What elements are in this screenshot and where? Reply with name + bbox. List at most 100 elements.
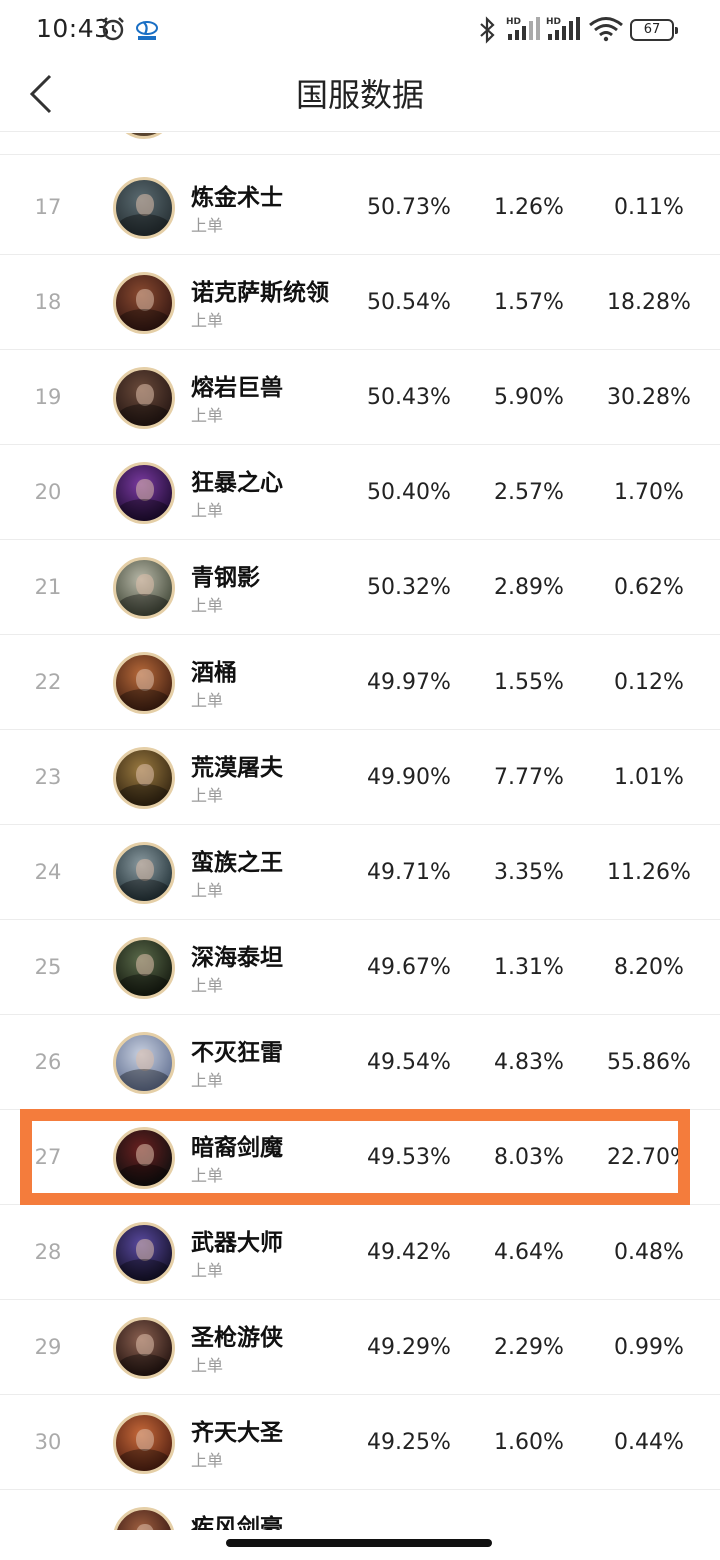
win-rate: 49.25% — [367, 1430, 451, 1455]
hero-avatar — [113, 367, 175, 429]
hero-name: 蛮族之王 — [191, 850, 283, 876]
hero-stats-list[interactable]: 17 炼金术士 上单 50.73% 1.26% 0.11% 18 诺克萨斯统领 上单 50.54%… — [0, 133, 720, 1530]
ban-rate: 55.86% — [607, 1050, 691, 1075]
home-indicator[interactable] — [226, 1539, 492, 1547]
pick-rate: 7.77% — [494, 765, 564, 790]
ban-rate — [590, 1490, 708, 1530]
status-bar: 10:43 HD HD 67 — [0, 0, 720, 58]
hero-avatar — [113, 557, 175, 619]
table-row[interactable]: 23 荒漠屠夫 上单 49.90% 7.77% 1.01% — [0, 730, 720, 825]
win-rate: 49.67% — [367, 955, 451, 980]
hero-name: 深海泰坦 — [191, 945, 283, 971]
win-rate: 50.73% — [367, 195, 451, 220]
win-rate: 50.40% — [367, 480, 451, 505]
pick-rate: 4.83% — [494, 1050, 564, 1075]
table-row[interactable]: 17 炼金术士 上单 50.73% 1.26% 0.11% — [0, 160, 720, 255]
hero-avatar — [113, 1032, 175, 1094]
pick-rate — [470, 133, 588, 155]
hero-avatar — [113, 1507, 175, 1530]
ban-rate — [590, 133, 708, 155]
pick-rate: 1.57% — [494, 290, 564, 315]
ban-rate: 0.44% — [614, 1430, 684, 1455]
table-row[interactable]: 25 深海泰坦 上单 49.67% 1.31% 8.20% — [0, 920, 720, 1015]
pick-rate: 2.89% — [494, 575, 564, 600]
hero-position: 上单 — [191, 216, 224, 235]
ban-rate: 18.28% — [607, 290, 691, 315]
table-row[interactable]: 28 武器大师 上单 49.42% 4.64% 0.48% — [0, 1205, 720, 1300]
rank-number: 19 — [34, 385, 62, 409]
hero-position: 上单 — [191, 311, 224, 330]
win-rate: 50.54% — [367, 290, 451, 315]
rank-number: 26 — [34, 1050, 62, 1074]
pick-rate: 2.57% — [494, 480, 564, 505]
ban-rate: 1.70% — [614, 480, 684, 505]
table-row[interactable]: 29 圣枪游侠 上单 49.29% 2.29% 0.99% — [0, 1300, 720, 1395]
hero-name: 青钢影 — [191, 565, 260, 591]
ban-rate: 0.48% — [614, 1240, 684, 1265]
table-row[interactable]: 30 齐天大圣 上单 49.25% 1.60% 0.44% — [0, 1395, 720, 1490]
pick-rate: 1.55% — [494, 670, 564, 695]
win-rate: 49.71% — [367, 860, 451, 885]
hero-avatar — [113, 177, 175, 239]
bluetooth-icon — [480, 16, 495, 44]
table-row[interactable]: 21 青钢影 上单 50.32% 2.89% 0.62% — [0, 540, 720, 635]
win-rate: 49.97% — [367, 670, 451, 695]
hero-name: 酒桶 — [191, 660, 237, 686]
hero-avatar — [113, 747, 175, 809]
hero-avatar — [113, 1317, 175, 1379]
hero-avatar — [113, 937, 175, 999]
table-row[interactable]: 26 不灭狂雷上单 49.54% 4.83% 55.86% — [0, 1015, 720, 1110]
table-row[interactable]: 18 诺克萨斯统领上单 50.54% 1.57% 18.28% — [0, 255, 720, 350]
table-row[interactable]: 27 暗裔剑魔 上单 49.53% 8.03% 22.70% — [0, 1110, 720, 1205]
ban-rate: 8.20% — [614, 955, 684, 980]
cell-signal-icon: HD — [506, 17, 540, 40]
hero-name: 暗裔剑魔 — [191, 1135, 283, 1161]
wifi-icon — [589, 17, 623, 42]
hero-name: 狂暴之心 — [191, 470, 283, 496]
hero-avatar — [113, 133, 175, 139]
table-row[interactable]: 疾风剑豪 — [0, 1490, 720, 1530]
app-header: 国服数据 — [0, 58, 720, 132]
hero-position: 上单 — [191, 1261, 224, 1280]
rank-number: 24 — [34, 860, 62, 884]
hero-name: 诺克萨斯统领 — [191, 280, 329, 306]
rank-number — [0, 133, 96, 155]
hero-name: 不灭狂雷 — [191, 1040, 283, 1066]
ban-rate: 1.01% — [614, 765, 684, 790]
pick-rate: 4.64% — [494, 1240, 564, 1265]
hero-avatar — [113, 652, 175, 714]
table-row[interactable]: 19 熔岩巨兽 上单 50.43% 5.90% 30.28% — [0, 350, 720, 445]
rank-number: 18 — [34, 290, 62, 314]
table-row[interactable] — [0, 133, 720, 155]
hero-position: 上单 — [191, 1451, 224, 1470]
hero-position: 上单 — [191, 786, 224, 805]
hero-position: 上单 — [191, 976, 224, 995]
ban-rate: 11.26% — [607, 860, 691, 885]
hero-position: 上单 — [191, 1071, 224, 1090]
win-rate: 49.90% — [367, 765, 451, 790]
win-rate: 49.54% — [367, 1050, 451, 1075]
pick-rate: 2.29% — [494, 1335, 564, 1360]
table-row[interactable]: 20 狂暴之心 上单 50.40% 2.57% 1.70% — [0, 445, 720, 540]
pick-rate: 8.03% — [494, 1145, 564, 1170]
hero-position: 上单 — [191, 596, 224, 615]
hero-name: 齐天大圣 — [191, 1420, 283, 1446]
table-row[interactable]: 24 蛮族之王 上单 49.71% 3.35% 11.26% — [0, 825, 720, 920]
hero-avatar — [113, 842, 175, 904]
rank-number: 28 — [34, 1240, 62, 1264]
rank-number: 21 — [34, 575, 62, 599]
table-row[interactable]: 22 酒桶 上单 49.97% 1.55% 0.12% — [0, 635, 720, 730]
hero-position: 上单 — [191, 1356, 224, 1375]
pick-rate: 5.90% — [494, 385, 564, 410]
ban-rate: 0.99% — [614, 1335, 684, 1360]
hero-name: 疾风剑豪 — [191, 1515, 283, 1530]
rank-number: 30 — [34, 1430, 62, 1454]
hero-position: 上单 — [191, 501, 224, 520]
page-title: 国服数据 — [295, 76, 424, 114]
hero-name: 武器大师 — [191, 1230, 283, 1256]
battery-level: 67 — [643, 22, 661, 37]
rank-number: 25 — [34, 955, 62, 979]
ban-rate: 22.70% — [607, 1145, 691, 1170]
hero-position: 上单 — [191, 406, 224, 425]
signal-hd-label: HD — [506, 17, 521, 27]
